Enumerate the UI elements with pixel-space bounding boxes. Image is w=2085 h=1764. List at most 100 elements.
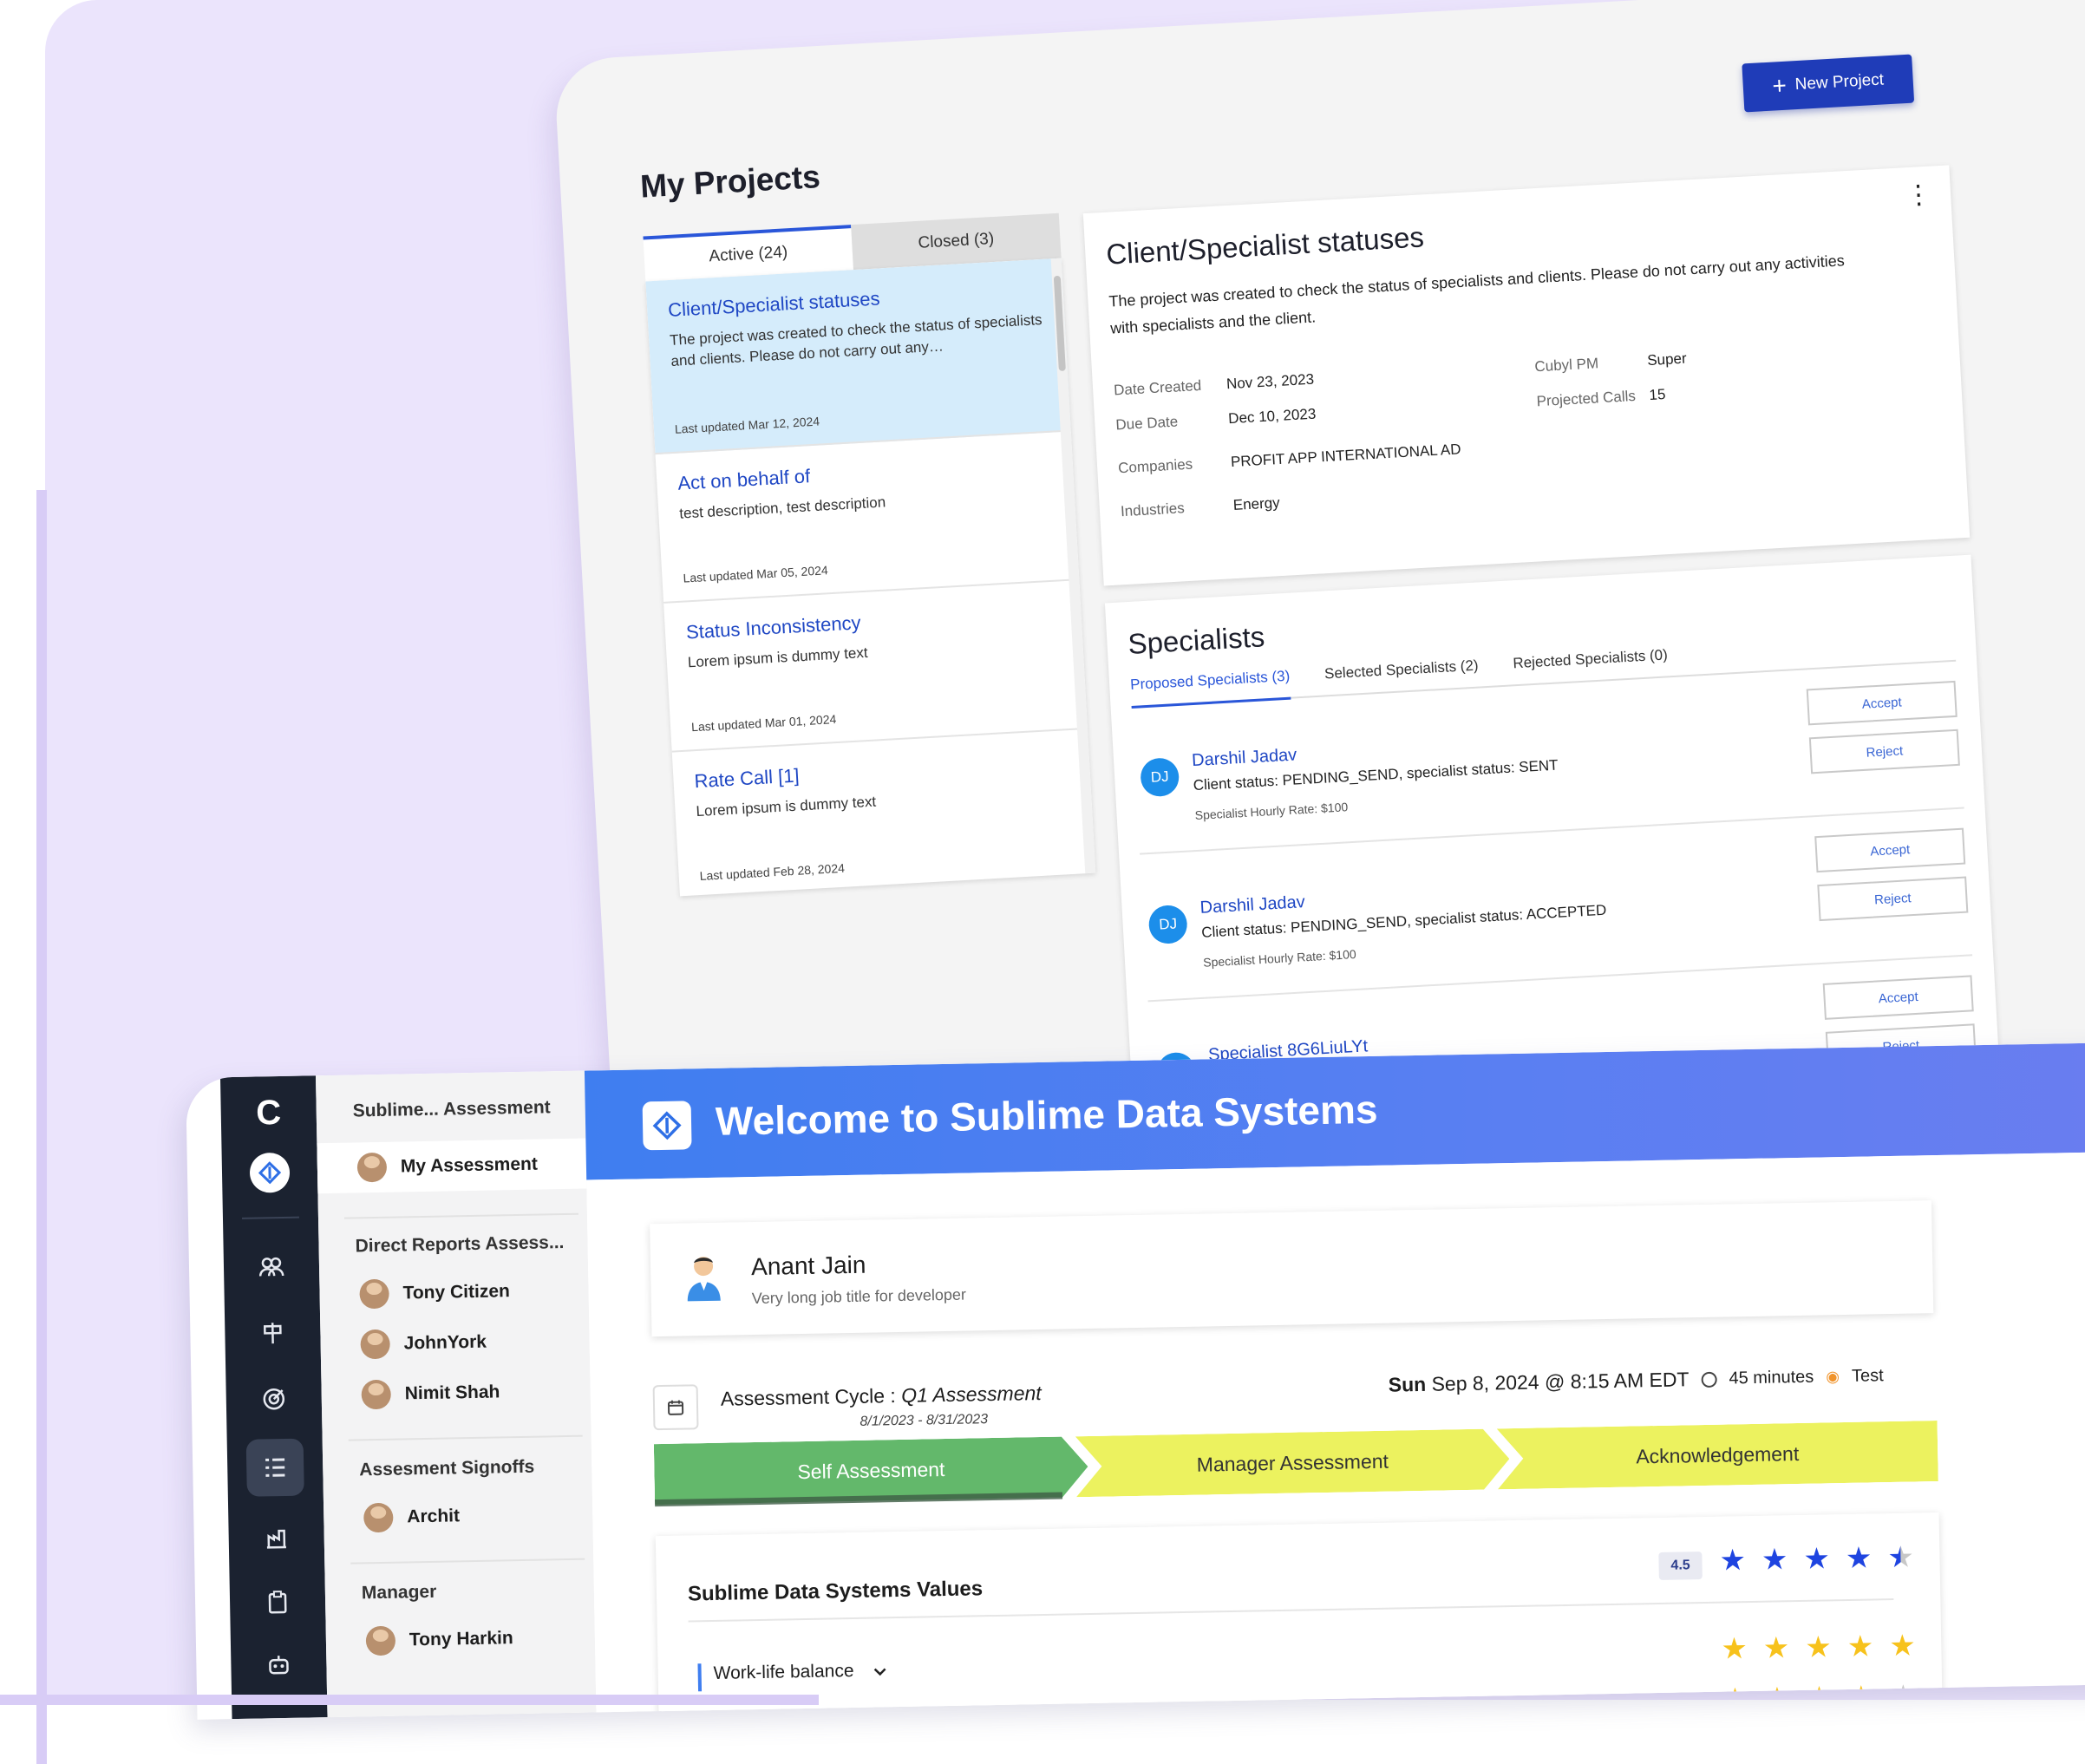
sidebar-item-label: Archit [407, 1506, 461, 1527]
star-icon[interactable]: ★ [1762, 1631, 1789, 1665]
more-options-icon[interactable]: ⋮ [1905, 180, 1932, 211]
cubyl-pm: Cubyl PM Super [1534, 350, 1687, 376]
assessment-main: Anant Jain Very long job title for devel… [586, 1151, 2085, 1720]
avatar: DJ [1147, 904, 1188, 945]
due-date: Due Date Dec 10, 2023 [1115, 406, 1317, 434]
assessment-cycle-range: 8/1/2023 - 8/31/2023 [859, 1412, 989, 1429]
avatar [365, 1625, 396, 1656]
assessment-window: C Sublime... Assessment My Assessment Di… [186, 1042, 2085, 1720]
star-icon[interactable]: ★ [1846, 1630, 1873, 1663]
tab-selected-specialists[interactable]: Selected Specialists (2) [1324, 657, 1480, 689]
values-card: Sublime Data Systems Values 4.5 ★ ★ ★ ★ … [655, 1512, 1944, 1720]
star-icon: ★ [1719, 1544, 1747, 1578]
robot-icon[interactable] [261, 1647, 297, 1682]
sidebar-item-direct-report[interactable]: Tony Citizen [359, 1277, 511, 1310]
new-project-button[interactable]: + New Project [1742, 54, 1915, 113]
accept-button[interactable]: Accept [1822, 975, 1974, 1020]
signoffs-header: Assesment Signoffs [359, 1456, 535, 1480]
sidebar-item-direct-report[interactable]: JohnYork [360, 1328, 487, 1360]
assessment-meeting-info: Sun Sep 8, 2024 @ 8:15 AM EDT 45 minutes… [1388, 1364, 1883, 1396]
specialist-name[interactable]: Darshil Jadav [1192, 745, 1297, 771]
accept-button[interactable]: Accept [1814, 827, 1966, 873]
manager-header: Manager [361, 1581, 437, 1604]
step-manager-assessment[interactable]: Manager Assessment [1075, 1428, 1510, 1497]
step-acknowledgement[interactable]: Acknowledgement [1497, 1421, 1938, 1489]
value-item-rating-stars[interactable]: ★ ★ ★ ★ ★ [1721, 1630, 1916, 1666]
project-list-item[interactable]: Rate Call [1] Lorem ipsum is dummy text … [671, 728, 1096, 897]
sidebar-item-label: Nimit Shah [404, 1382, 500, 1404]
projected-calls-label: Projected Calls [1536, 387, 1637, 410]
sidebar-header: Sublime... Assessment [352, 1097, 551, 1121]
reject-button[interactable]: Reject [1817, 876, 1969, 922]
sidebar-item-label: Tony Citizen [402, 1281, 511, 1303]
industries-label: Industries [1120, 500, 1186, 520]
assessment-cycle: Assessment Cycle : Q1 Assessment [721, 1382, 1042, 1411]
project-item-updated: Last updated Mar 05, 2024 [683, 563, 829, 585]
brand-icon [642, 1101, 692, 1151]
avatar [360, 1329, 390, 1360]
cubyl-pm-label: Cubyl PM [1533, 355, 1599, 376]
value-item-label: Work-life balance [713, 1660, 854, 1683]
sidebar-item-label: My Assessment [400, 1153, 539, 1177]
clock-icon [1701, 1371, 1717, 1388]
meeting-day: Sun [1388, 1372, 1427, 1396]
date-created-value: Nov 23, 2023 [1226, 370, 1315, 393]
star-icon[interactable]: ★ [1889, 1630, 1916, 1663]
chevron-down-icon[interactable] [873, 1660, 886, 1681]
date-created: Date Created Nov 23, 2023 [1114, 371, 1315, 400]
brand-icon[interactable] [249, 1152, 291, 1193]
accent-line-vertical [36, 490, 47, 1764]
project-list-item[interactable]: Client/Specialist statuses The project w… [645, 258, 1071, 455]
sidebar-item-label: JohnYork [403, 1331, 487, 1354]
specialist-rate: Specialist Hourly Rate: $100 [1194, 800, 1349, 823]
factory-chart-icon[interactable] [258, 1520, 294, 1556]
avatar [356, 1152, 388, 1183]
user-job-title: Very long job title for developer [751, 1285, 967, 1308]
reject-button[interactable]: Reject [1808, 728, 1960, 774]
project-detail-card: ⋮ Client/Specialist statuses The project… [1082, 165, 1971, 586]
industries-value: Energy [1232, 494, 1281, 514]
project-item-description: The project was created to check the sta… [669, 311, 1043, 369]
accept-button[interactable]: Accept [1806, 680, 1958, 726]
sidebar-item-manager[interactable]: Tony Harkin [365, 1624, 513, 1656]
project-item-updated: Last updated Mar 01, 2024 [690, 711, 837, 735]
project-list-item[interactable]: Status Inconsistency Lorem ipsum is dumm… [663, 580, 1088, 753]
clipboard-icon[interactable] [260, 1584, 296, 1620]
tab-proposed-specialists[interactable]: Proposed Specialists (3) [1129, 667, 1291, 709]
cubyl-pm-value: Super [1646, 350, 1688, 369]
signpost-icon[interactable] [255, 1316, 291, 1351]
project-list-item[interactable]: Act on behalf of test description, test … [655, 431, 1080, 604]
star-icon[interactable]: ★ [1805, 1630, 1832, 1664]
avatar [363, 1502, 394, 1533]
calendar-icon[interactable] [652, 1384, 699, 1431]
assessment-cycle-name: Q1 Assessment [900, 1381, 1042, 1407]
assessment-cycle-label: Assessment Cycle : [720, 1384, 897, 1410]
team-icon[interactable] [254, 1250, 290, 1285]
screenshot-stage: My Projects + New Project Active (24) Cl… [0, 0, 2085, 1764]
sidebar-item-my-assessment[interactable]: My Assessment [356, 1150, 539, 1183]
avatar: DJ [1140, 757, 1180, 798]
icon-rail: C [219, 1075, 328, 1720]
checklist-icon[interactable] [245, 1438, 304, 1497]
specialist-rate: Specialist Hourly Rate: $100 [1202, 946, 1357, 970]
new-project-label: New Project [1794, 70, 1885, 95]
values-title: Sublime Data Systems Values [687, 1577, 984, 1606]
star-icon: ★ [1803, 1542, 1831, 1576]
meeting-datetime: Sep 8, 2024 @ 8:15 AM EDT [1431, 1368, 1690, 1395]
star-icon: ★ [1761, 1543, 1788, 1577]
sidebar-item-label: Tony Harkin [409, 1628, 513, 1650]
user-name: Anant Jain [750, 1251, 866, 1281]
app-logo-icon[interactable]: C [251, 1093, 286, 1132]
value-item-toggle[interactable]: Work-life balance [713, 1660, 886, 1684]
project-item-updated: Last updated Feb 28, 2024 [699, 860, 846, 884]
star-icon[interactable]: ★ [1721, 1632, 1748, 1666]
target-icon[interactable] [256, 1382, 291, 1417]
sidebar-item-signoff[interactable]: Archit [363, 1501, 461, 1533]
specialist-name[interactable]: Darshil Jadav [1199, 892, 1305, 918]
user-avatar-icon [682, 1252, 726, 1303]
projected-calls-value: 15 [1648, 386, 1666, 404]
companies-value: PROFIT APP INTERNATIONAL AD [1230, 441, 1461, 471]
tab-rejected-specialists[interactable]: Rejected Specialists (0) [1513, 646, 1669, 677]
companies: Companies PROFIT APP INTERNATIONAL AD [1118, 441, 1461, 477]
sidebar-item-direct-report[interactable]: Nimit Shah [361, 1377, 500, 1410]
